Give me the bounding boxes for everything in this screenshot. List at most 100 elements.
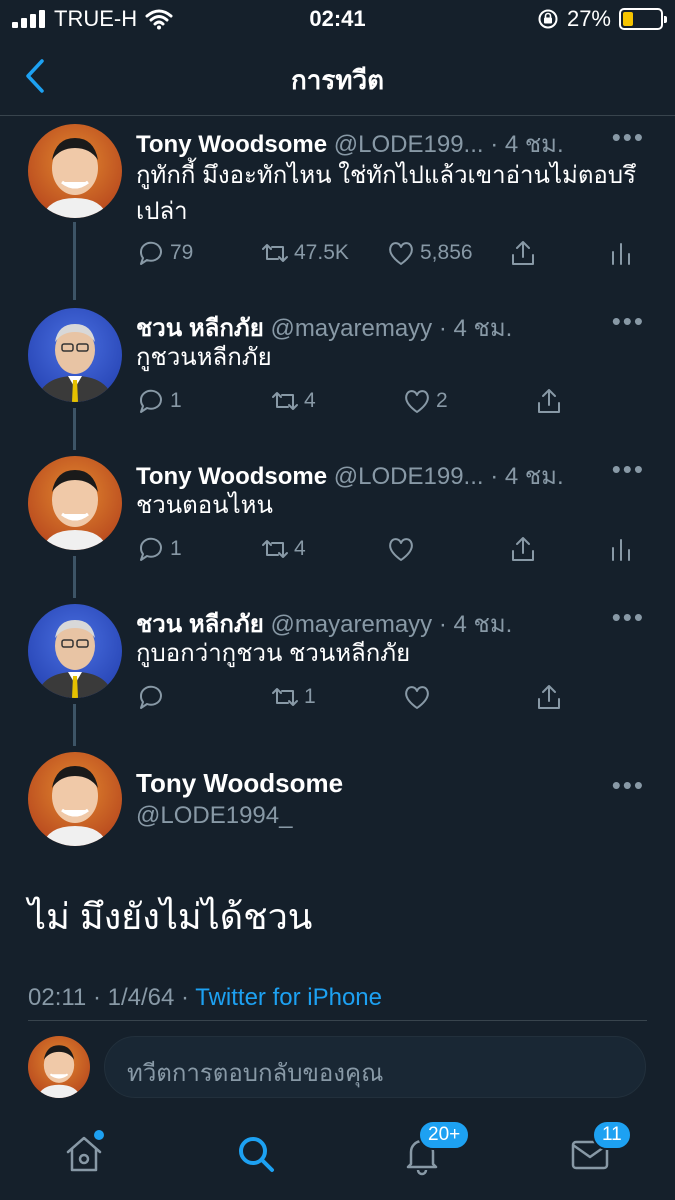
main-author-name[interactable]: Tony Woodsome [136,768,343,799]
reply-count: 79 [170,241,194,264]
tweet-text: กูทักกี้ มึงอะทักไหน ใช่ทักไปแล้วเขาอ่าน… [136,162,636,225]
main-tweet-text: ไม่ มึงยังไม่ได้ชวน [28,896,313,937]
share-icon [512,241,534,265]
tweet-actions: 1 4 [136,534,646,570]
author-name[interactable]: ชวน หลีกภัย [136,315,264,342]
share-icon [538,685,560,709]
tweet-time: · 4 ชม. [438,611,513,638]
retweet-count: 47.5K [294,241,349,264]
more-options-icon[interactable]: ••• [612,770,645,801]
author-handle: @mayaremayy [270,611,433,638]
tab-notifications[interactable]: 20+ [400,1120,471,1176]
tab-messages[interactable]: 11 [568,1120,632,1176]
like-count: 5,856 [420,241,473,264]
like-button[interactable] [402,682,432,712]
more-options-icon[interactable]: ••• [612,122,645,153]
share-button[interactable] [508,238,538,268]
tweet-timestamp: 02:11 · 1/4/64 · [28,984,196,1011]
retweet-button[interactable]: 47.5K [260,238,349,268]
share-button[interactable] [534,682,564,712]
author-name[interactable]: ชวน หลีกภัย [136,611,264,638]
reply-icon [139,537,162,561]
retweet-count: 1 [304,685,316,708]
status-bar: TRUE-H 02:41 27% [0,0,675,40]
more-options-icon[interactable]: ••• [612,602,645,633]
avatar[interactable] [28,308,122,402]
battery-icon [619,8,667,30]
reply-button[interactable] [136,682,166,712]
more-options-icon[interactable]: ••• [612,454,645,485]
like-button[interactable]: 2 [402,386,448,416]
tweet-text: กูชวนหลีกภัย [136,344,272,371]
retweet-button[interactable]: 4 [260,534,306,564]
reply-icon [139,389,162,413]
retweet-count: 4 [304,389,316,412]
avatar[interactable] [28,752,122,846]
tweet[interactable]: Tony Woodsome @LODE199... · 4 ชม. ••• กู… [0,122,675,300]
reply-button[interactable]: 1 [136,534,182,564]
reply-icon [139,241,162,265]
retweet-icon [272,392,298,410]
tab-bar: 20+ 11 [0,1114,675,1200]
reply-button[interactable]: 1 [136,386,182,416]
tweet-text: กูบอกว่ากูชวน ชวนหลีกภัย [136,640,411,667]
search-icon [239,1137,274,1172]
heart-icon [389,538,413,561]
page-title: การทวีต [291,65,384,95]
heart-icon [389,242,413,265]
reply-button[interactable]: 79 [136,238,193,268]
heart-icon [405,390,429,413]
reply-icon [139,685,162,709]
retweet-button[interactable]: 1 [270,682,316,712]
tweet-meta: 02:11 · 1/4/64 · Twitter for iPhone [28,984,382,1012]
tweet-source-link[interactable]: Twitter for iPhone [195,984,382,1011]
tweet-text: ชวนตอนไหน [136,492,273,519]
reply-input[interactable]: ทวีตการตอบกลับของคุณ [104,1036,646,1098]
rotation-lock-icon [538,9,558,29]
tweet[interactable]: ชวน หลีกภัย @mayaremayy · 4 ชม. ••• กูชว… [0,306,675,426]
reply-count: 1 [170,537,182,560]
analytics-button[interactable] [606,238,636,268]
more-options-icon[interactable]: ••• [612,306,645,337]
tweet-actions: 79 47.5K 5,856 [136,238,646,274]
battery-percent: 27% [566,6,611,31]
retweet-icon [262,244,288,262]
analytics-button[interactable] [606,534,636,564]
tweet[interactable]: ชวน หลีกภัย @mayaremayy · 4 ชม. ••• กูบอ… [0,602,675,722]
tweet-time: · 4 ชม. [438,315,513,342]
user-avatar[interactable] [28,1036,90,1098]
avatar[interactable] [28,456,122,550]
tweet-time: · 4 ชม. [490,131,564,158]
share-button[interactable] [508,534,538,564]
author-handle: @mayaremayy [270,315,433,342]
retweet-icon [262,540,288,558]
share-icon [512,537,534,561]
notifications-badge: 20+ [418,1120,471,1150]
tweet-time: · 4 ชม. [490,463,564,490]
reply-bar: ทวีตการตอบกลับของคุณ [0,1022,675,1114]
main-author-handle: @LODE1994_ [136,802,293,829]
like-count: 2 [436,389,448,412]
tab-home[interactable] [62,1130,106,1176]
heart-icon [405,686,429,709]
divider [28,1020,647,1021]
tweet-actions: 1 [136,682,646,718]
reply-count: 1 [170,389,182,412]
home-notification-dot [94,1130,104,1140]
like-button[interactable]: 5,856 [386,238,473,268]
share-button[interactable] [534,386,564,416]
author-handle: @LODE199... [333,131,484,158]
like-button[interactable] [386,534,416,564]
retweet-button[interactable]: 4 [270,386,316,416]
avatar[interactable] [28,124,122,218]
retweet-count: 4 [294,537,306,560]
author-name[interactable]: Tony Woodsome [136,463,327,490]
tweet-actions: 1 4 2 [136,386,646,422]
retweet-icon [272,688,298,706]
tab-search[interactable] [234,1132,278,1176]
analytics-icon [612,539,630,561]
avatar[interactable] [28,604,122,698]
author-name[interactable]: Tony Woodsome [136,131,327,158]
author-handle: @LODE199... [333,463,484,490]
tweet[interactable]: Tony Woodsome @LODE199... · 4 ชม. ••• ชว… [0,454,675,574]
